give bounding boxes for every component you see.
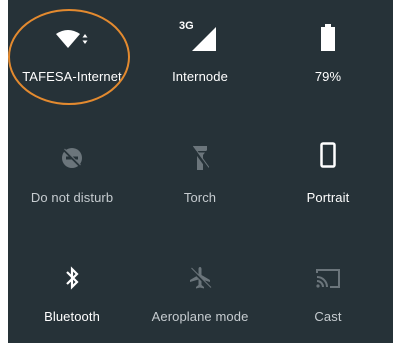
wifi-tile[interactable]: TAFESA-Internet xyxy=(8,12,136,122)
do-not-disturb-off-icon xyxy=(54,140,90,176)
quick-settings-panel: TAFESA-Internet 3G Internode 79% Do not … xyxy=(8,0,393,343)
mobile-data-tile-label: Internode xyxy=(172,69,228,84)
phone-portrait-icon xyxy=(310,137,346,173)
battery-icon xyxy=(310,20,346,56)
wifi-icon xyxy=(54,22,90,58)
rotation-tile[interactable]: Portrait xyxy=(264,130,392,240)
bluetooth-icon xyxy=(54,260,90,296)
do-not-disturb-tile[interactable]: Do not disturb xyxy=(8,130,136,240)
battery-tile[interactable]: 79% xyxy=(264,12,392,122)
flashlight-off-icon xyxy=(182,140,218,176)
cast-icon xyxy=(310,260,346,296)
bluetooth-tile[interactable]: Bluetooth xyxy=(8,250,136,360)
torch-tile[interactable]: Torch xyxy=(136,130,264,240)
wifi-tile-label: TAFESA-Internet xyxy=(22,69,122,84)
cast-tile[interactable]: Cast xyxy=(264,250,392,360)
torch-tile-label: Torch xyxy=(183,190,217,205)
network-type-label: 3G xyxy=(179,20,194,32)
rotation-tile-label: Portrait xyxy=(306,190,350,205)
airplane-icon xyxy=(182,260,218,296)
bluetooth-tile-label: Bluetooth xyxy=(44,309,100,324)
cast-tile-label: Cast xyxy=(314,309,342,324)
mobile-data-tile[interactable]: 3G Internode xyxy=(136,12,264,122)
airplane-mode-tile[interactable]: Aeroplane mode xyxy=(136,250,264,360)
battery-tile-label: 79% xyxy=(314,69,342,84)
cellular-signal-icon: 3G xyxy=(179,20,220,56)
do-not-disturb-tile-label: Do not disturb xyxy=(30,190,114,205)
airplane-mode-tile-label: Aeroplane mode xyxy=(151,309,249,324)
